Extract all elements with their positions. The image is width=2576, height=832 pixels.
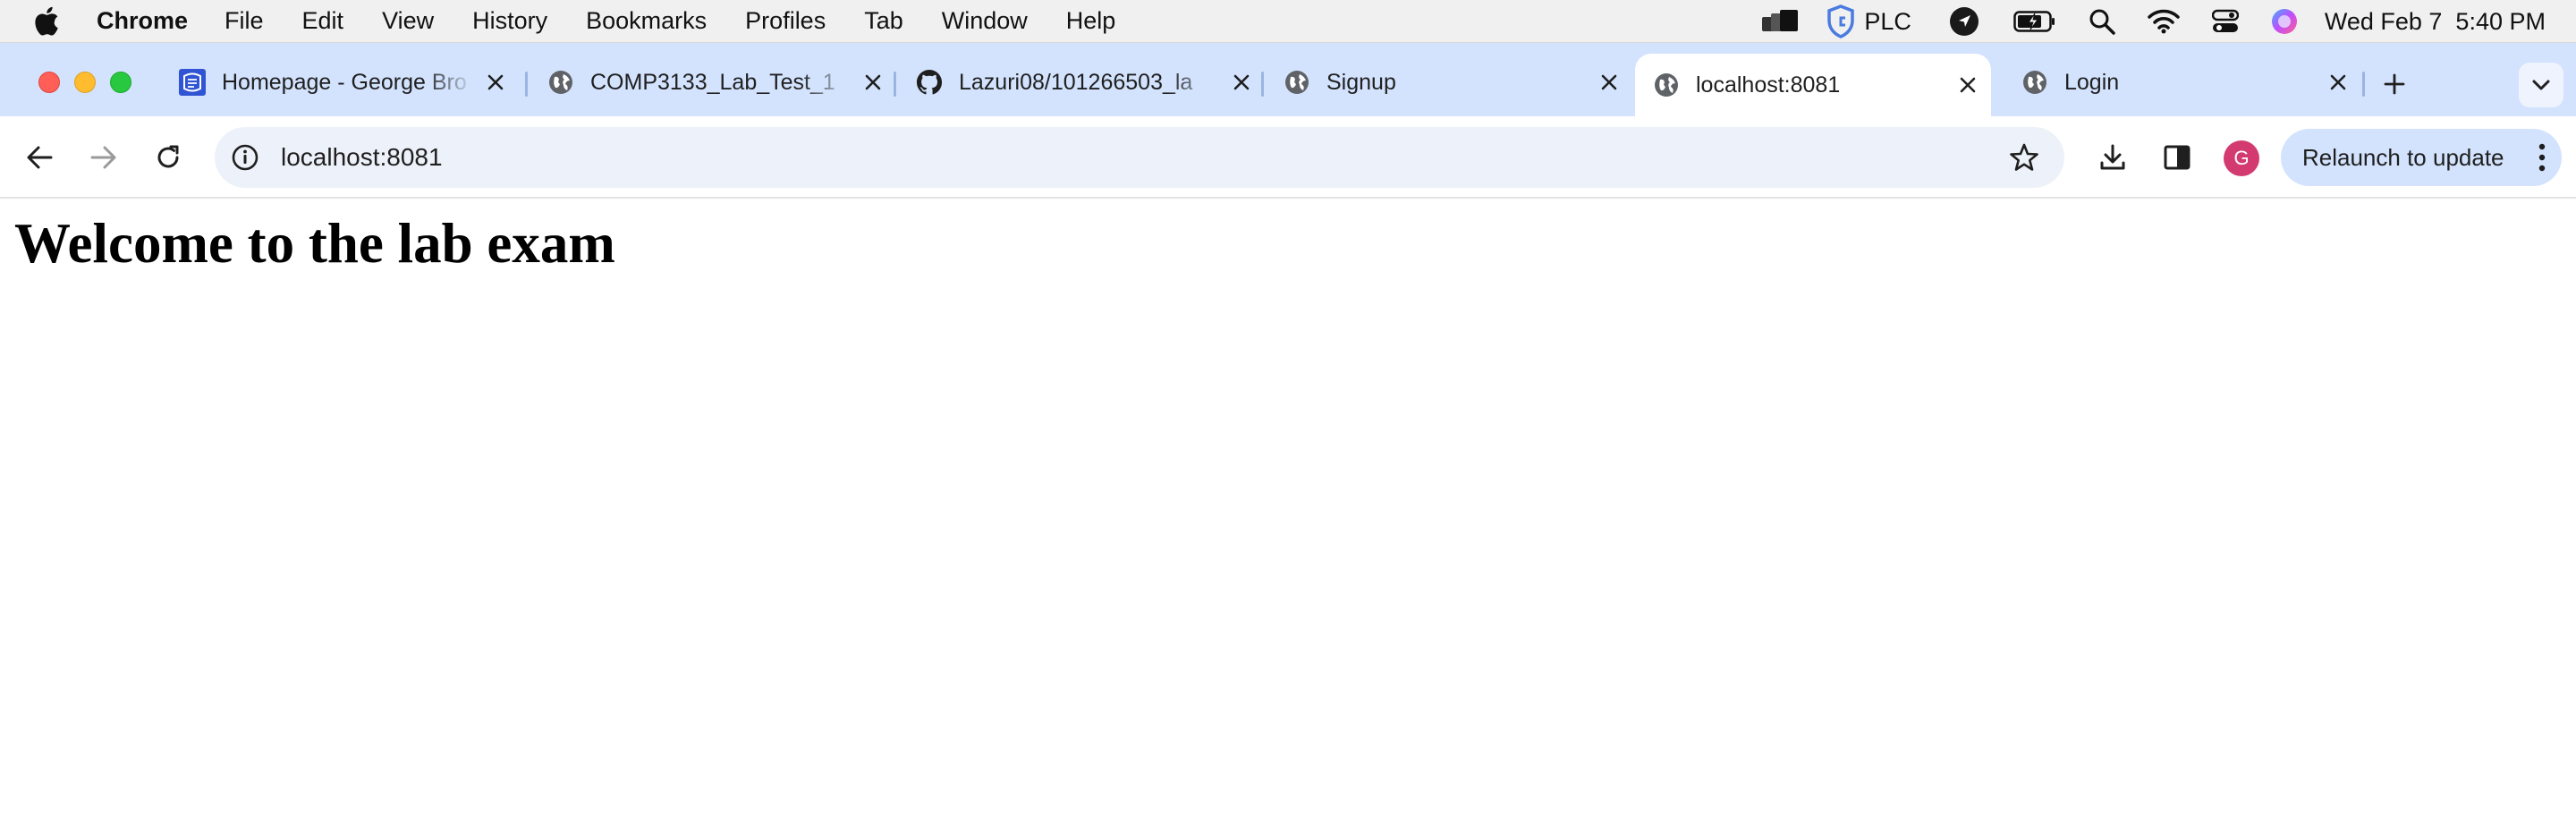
tab-separator [2362,72,2365,97]
relaunch-to-update-button[interactable]: Relaunch to update [2281,129,2562,186]
spotlight-search-icon[interactable] [2089,8,2115,35]
more-menu-icon[interactable] [2538,143,2546,172]
tab-strip: Homepage - George Bro COMP3133_Lab_Test_… [0,43,2576,116]
battery-charging-icon[interactable] [2013,10,2056,33]
globe-icon [2021,69,2048,96]
minimize-window-button[interactable] [74,72,96,93]
control-center-icon[interactable] [2211,9,2239,34]
menu-profiles[interactable]: Profiles [745,7,826,35]
window-controls [38,72,131,93]
tab-title: Login [2064,69,2120,95]
menu-view[interactable]: View [382,7,434,35]
close-tab-icon[interactable] [860,70,886,95]
tab-separator [894,72,896,97]
close-tab-icon[interactable] [1955,72,1980,98]
tab-signup[interactable]: Signup [1266,57,1632,107]
profile-avatar[interactable]: G [2224,140,2259,176]
globe-icon [547,69,574,96]
globe-icon [1653,72,1680,98]
apple-logo-icon[interactable] [34,6,61,37]
close-window-button[interactable] [38,72,60,93]
browser-toolbar: localhost:8081 G Relaunch to update [0,116,2576,199]
tab-search-button[interactable] [2519,63,2563,107]
tab-title: COMP3133_Lab_Test_1 [590,69,835,95]
menu-tab[interactable]: Tab [864,7,903,35]
macos-menu-bar: Chrome File Edit View History Bookmarks … [0,0,2576,43]
downloads-icon[interactable] [2091,136,2134,179]
relaunch-label: Relaunch to update [2302,143,2504,171]
close-tab-icon[interactable] [483,70,508,95]
vpn-label[interactable]: PLC [1864,8,1911,36]
siri-icon[interactable] [2271,8,2298,35]
shield-icon[interactable] [1826,4,1855,38]
location-arrow-icon[interactable] [1949,6,1979,37]
side-panel-icon[interactable] [2156,136,2199,179]
reload-button[interactable] [147,136,190,179]
forward-button[interactable] [82,136,125,179]
tab-separator [1261,72,1264,97]
menu-help[interactable]: Help [1066,7,1116,35]
tab-github-repo[interactable]: Lazuri08/101266503_la [898,57,1265,107]
tab-login[interactable]: Login [2004,57,2361,107]
back-button[interactable] [18,136,61,179]
college-logo-icon [179,69,206,96]
close-tab-icon[interactable] [1229,70,1254,95]
wifi-icon[interactable] [2148,9,2180,34]
site-info-icon[interactable] [227,140,263,175]
tab-homepage[interactable]: Homepage - George Bro [161,57,519,107]
tab-title: Homepage - George Bro [222,69,467,95]
maximize-window-button[interactable] [110,72,131,93]
menu-bar-clock[interactable]: Wed Feb 7 5:40 PM [2325,8,2546,36]
menu-app-chrome[interactable]: Chrome [97,7,188,35]
storage-bars-icon[interactable] [1760,10,1800,33]
tab-title: localhost:8081 [1696,72,1841,98]
globe-icon [1284,69,1310,96]
tab-title: Signup [1326,69,1396,95]
menu-bar-status-area: PLC Wed Feb 7 5:40 PM [1760,0,2576,43]
menu-window[interactable]: Window [942,7,1028,35]
github-icon [916,69,943,96]
address-bar[interactable]: localhost:8081 [215,127,2064,188]
page-heading: Welcome to the lab exam [14,212,615,275]
menu-edit[interactable]: Edit [302,7,344,35]
close-tab-icon[interactable] [1597,70,1622,95]
tab-localhost-active[interactable]: localhost:8081 [1635,54,1991,116]
close-tab-icon[interactable] [2326,70,2351,95]
bookmark-star-icon[interactable] [2004,137,2045,178]
tab-separator [525,72,528,97]
tab-title: Lazuri08/101266503_la [959,69,1193,95]
menu-bookmarks[interactable]: Bookmarks [586,7,707,35]
url-text[interactable]: localhost:8081 [281,143,2004,172]
menu-history[interactable]: History [472,7,547,35]
menu-file[interactable]: File [225,7,264,35]
tab-comp3133-lab-test[interactable]: COMP3133_Lab_Test_1 [530,57,896,107]
new-tab-button[interactable] [2378,68,2411,100]
